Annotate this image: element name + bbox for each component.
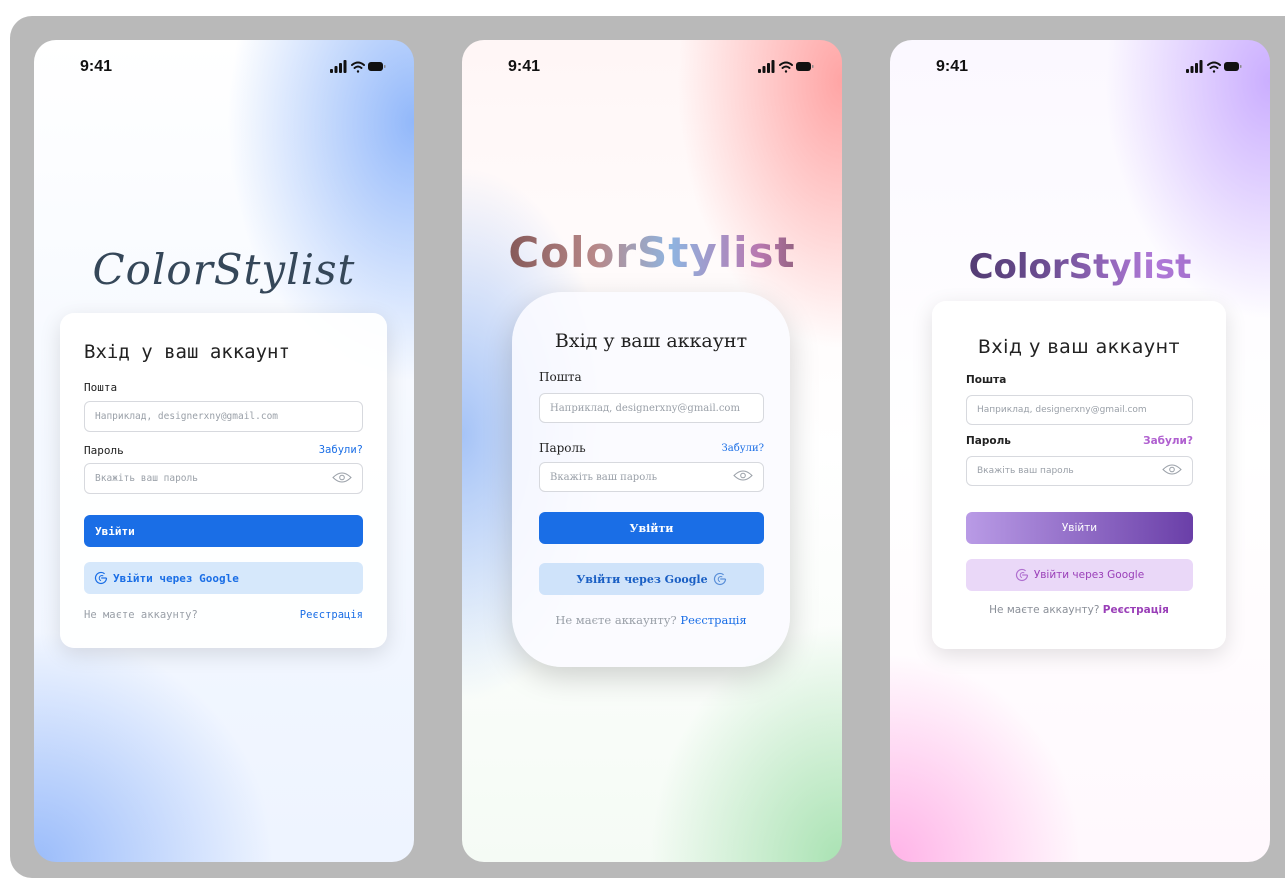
cellular-signal-icon	[758, 60, 775, 73]
wifi-icon	[351, 61, 365, 73]
email-label: Пошта	[539, 370, 582, 384]
password-field[interactable]: Вкажіть ваш пароль	[84, 463, 363, 494]
password-label: Пароль	[966, 435, 1011, 447]
register-link[interactable]: Реєстрація	[1103, 604, 1169, 616]
no-account-text: Не маєте аккаунту?	[989, 604, 1100, 616]
cellular-signal-icon	[1186, 60, 1203, 73]
wifi-icon	[1207, 61, 1221, 73]
email-placeholder: Наприклад, designerxny@gmail.com	[550, 402, 740, 414]
no-account-text: Не маєте аккаунту?	[84, 609, 198, 621]
password-placeholder: Вкажіть ваш пароль	[977, 466, 1074, 476]
battery-icon	[796, 62, 814, 71]
password-label: Пароль	[539, 441, 586, 455]
email-field[interactable]: Наприклад, designerxny@gmail.com	[539, 393, 764, 423]
google-button-label: Увійти через Google	[576, 572, 708, 586]
cellular-signal-icon	[330, 60, 347, 73]
login-button-label: Увійти	[1061, 522, 1098, 534]
status-time: 9:41	[80, 58, 113, 75]
login-title: Вхід у ваш аккаунт	[554, 330, 748, 352]
wifi-icon	[779, 61, 793, 73]
app-logo: ColorStylist	[462, 228, 842, 277]
status-icons	[758, 60, 814, 79]
password-field[interactable]: Вкажіть ваш пароль	[966, 456, 1193, 486]
login-button-label: Увійти	[629, 521, 674, 535]
login-card: Вхід у ваш аккаунт Пошта Наприклад, desi…	[932, 301, 1226, 649]
eye-icon[interactable]	[1162, 464, 1182, 479]
forgot-password-link[interactable]: Забули?	[1143, 435, 1193, 447]
forgot-password-link[interactable]: Забули?	[722, 443, 764, 454]
google-button-label: Увійти через Google	[1033, 569, 1145, 581]
email-label: Пошта	[84, 381, 118, 394]
google-login-button[interactable]: Увійти через Google	[966, 559, 1193, 591]
login-card: Вхід у ваш аккаунт Пошта Наприклад, desi…	[512, 292, 790, 667]
google-icon	[713, 572, 726, 586]
email-label: Пошта	[966, 374, 1007, 386]
google-icon	[94, 571, 108, 585]
google-login-button[interactable]: Увійти через Google	[84, 562, 363, 594]
eye-icon[interactable]	[332, 471, 352, 486]
no-account-text: Не маєте аккаунту?	[555, 613, 677, 627]
status-time: 9:41	[508, 58, 541, 75]
eye-icon[interactable]	[733, 470, 753, 485]
login-title: Вхід у ваш аккаунт	[84, 341, 290, 363]
login-button[interactable]: Увійти	[966, 512, 1193, 544]
battery-icon	[368, 62, 386, 71]
email-placeholder: Наприклад, designerxny@gmail.com	[95, 411, 279, 422]
phone-screen-purple: 9:41 ColorStylist Вхід у ваш аккаунт Пош…	[890, 40, 1270, 862]
email-field[interactable]: Наприклад, designerxny@gmail.com	[966, 395, 1193, 425]
status-icons	[330, 60, 386, 79]
password-placeholder: Вкажіть ваш пароль	[550, 471, 658, 483]
email-field[interactable]: Наприклад, designerxny@gmail.com	[84, 401, 363, 432]
google-icon	[1015, 568, 1028, 582]
register-link[interactable]: Реєстрація	[300, 609, 363, 621]
login-card: Вхід у ваш аккаунт Пошта Наприклад, desi…	[60, 313, 387, 648]
app-logo: ColorStylist	[890, 247, 1270, 287]
register-row: Не маєте аккаунту? Реєстрація	[512, 613, 790, 627]
phone-screen-blue: 9:41 ColorStylist Вхід у ваш аккаунт Пош…	[34, 40, 414, 862]
forgot-password-link[interactable]: Забули?	[319, 444, 363, 456]
login-title: Вхід у ваш аккаунт	[977, 336, 1181, 358]
password-field[interactable]: Вкажіть ваш пароль	[539, 462, 764, 492]
status-icons	[1186, 60, 1242, 79]
register-link[interactable]: Реєстрація	[680, 613, 746, 627]
login-button[interactable]: Увійти	[539, 512, 764, 544]
status-time: 9:41	[936, 58, 969, 75]
login-button[interactable]: Увійти	[84, 515, 363, 547]
password-label: Пароль	[84, 444, 124, 457]
app-logo: ColorStylist	[92, 245, 356, 294]
password-placeholder: Вкажіть ваш пароль	[95, 473, 198, 484]
google-login-button[interactable]: Увійти через Google	[539, 563, 764, 595]
phone-screen-gradient: 9:41 ColorStylist Вхід у ваш аккаунт Пош…	[462, 40, 842, 862]
login-button-label: Увійти	[95, 524, 135, 538]
email-placeholder: Наприклад, designerxny@gmail.com	[977, 405, 1147, 415]
battery-icon	[1224, 62, 1242, 71]
register-row: Не маєте аккаунту? Реєстрація	[932, 604, 1226, 616]
google-button-label: Увійти через Google	[113, 571, 239, 585]
